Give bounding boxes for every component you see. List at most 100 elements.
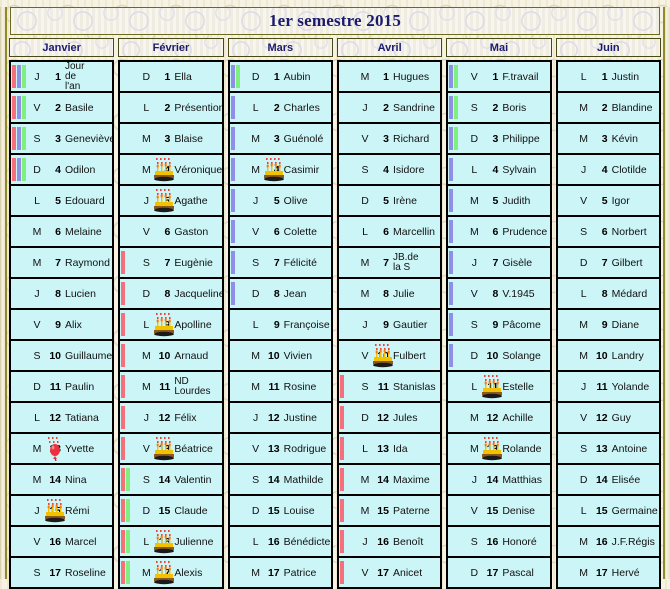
day-cell[interactable]: S 3 Geneviève [11, 124, 113, 155]
day-cell[interactable]: L 12 Tatiana [11, 403, 113, 434]
day-cell[interactable]: V 9 Alix [11, 310, 113, 341]
day-cell[interactable]: M 10 Vivien [229, 341, 331, 372]
day-cell[interactable]: L 2 Charles [229, 93, 331, 124]
day-cell[interactable]: M 10 Landry [557, 341, 659, 372]
day-cell[interactable]: J 5 Olive [229, 186, 331, 217]
day-cell[interactable]: D 3 Philippe [448, 124, 550, 155]
day-cell[interactable]: S 14 Valentin [120, 465, 222, 496]
day-cell[interactable]: D 11 Paulin [11, 372, 113, 403]
day-cell[interactable]: M 4 Véronique [120, 155, 222, 186]
day-cell[interactable]: D 1 Ella [120, 62, 222, 93]
day-cell[interactable]: V 1 F.travail [448, 62, 550, 93]
day-cell[interactable]: M 1 Hugues [338, 62, 441, 93]
day-cell[interactable]: J 7 Gisèle [448, 248, 550, 279]
day-cell[interactable]: D 17 Pascal [448, 558, 550, 589]
day-cell[interactable]: J 16 Benoît [338, 527, 441, 558]
day-cell[interactable]: D 10 Solange [448, 341, 550, 372]
month-header[interactable]: Janvier [9, 38, 115, 57]
day-cell[interactable]: L 8 Médard [557, 279, 659, 310]
day-cell[interactable]: L 1 Justin [557, 62, 659, 93]
month-header[interactable]: Juin [555, 38, 661, 57]
day-cell[interactable]: S 7 Félicité [229, 248, 331, 279]
day-cell[interactable]: M 4 Casimir [229, 155, 331, 186]
day-cell[interactable]: S 4 Isidore [338, 155, 441, 186]
day-cell[interactable]: M 7 Raymond [11, 248, 113, 279]
day-cell[interactable]: M 12 Achille [448, 403, 550, 434]
day-cell[interactable]: M 13 Yvette [11, 434, 113, 465]
day-cell[interactable]: L 13 Ida [338, 434, 441, 465]
day-cell[interactable]: L 9 Françoise [229, 310, 331, 341]
day-cell[interactable]: S 10 Guillaume [11, 341, 113, 372]
day-cell[interactable]: M 15 Paterne [338, 496, 441, 527]
day-cell[interactable]: D 14 Elisée [557, 465, 659, 496]
day-cell[interactable]: M 3 Blaise [120, 124, 222, 155]
day-cell[interactable]: M 11 ND Lourdes [120, 372, 222, 403]
day-cell[interactable]: D 8 Jacqueline [120, 279, 222, 310]
day-cell[interactable]: M 17 Hervé [557, 558, 659, 589]
day-cell[interactable]: V 5 Igor [557, 186, 659, 217]
day-cell[interactable]: S 16 Honoré [448, 527, 550, 558]
day-cell[interactable]: M 6 Prudence [448, 217, 550, 248]
day-cell[interactable]: S 14 Mathilde [229, 465, 331, 496]
month-header[interactable]: Février [118, 38, 224, 57]
day-cell[interactable]: J 11 Yolande [557, 372, 659, 403]
day-cell[interactable]: J 2 Sandrine [338, 93, 441, 124]
day-cell[interactable]: M 14 Maxime [338, 465, 441, 496]
day-cell[interactable]: J 14 Matthias [448, 465, 550, 496]
day-cell[interactable]: J 5 Agathe [120, 186, 222, 217]
day-cell[interactable]: L 16 Julienne [120, 527, 222, 558]
day-cell[interactable]: J 8 Lucien [11, 279, 113, 310]
day-cell[interactable]: S 9 Pâcome [448, 310, 550, 341]
day-cell[interactable]: V 6 Colette [229, 217, 331, 248]
day-cell[interactable]: M 9 Diane [557, 310, 659, 341]
day-cell[interactable]: M 5 Judith [448, 186, 550, 217]
day-cell[interactable]: L 6 Marcellin [338, 217, 441, 248]
day-cell[interactable]: D 8 Jean [229, 279, 331, 310]
day-cell[interactable]: V 8 V.1945 [448, 279, 550, 310]
day-cell[interactable]: S 7 Eugènie [120, 248, 222, 279]
day-cell[interactable]: J 12 Félix [120, 403, 222, 434]
day-cell[interactable]: D 5 Irène [338, 186, 441, 217]
day-cell[interactable]: V 6 Gaston [120, 217, 222, 248]
day-cell[interactable]: D 1 Aubin [229, 62, 331, 93]
day-cell[interactable]: M 16 J.F.Régis [557, 527, 659, 558]
day-cell[interactable]: M 3 Kévin [557, 124, 659, 155]
day-cell[interactable]: J 9 Gautier [338, 310, 441, 341]
day-cell[interactable]: J 15 Rémi [11, 496, 113, 527]
day-cell[interactable]: D 7 Gilbert [557, 248, 659, 279]
day-cell[interactable]: V 3 Richard [338, 124, 441, 155]
day-cell[interactable]: V 13 Rodrigue [229, 434, 331, 465]
day-cell[interactable]: V 10 Fulbert [338, 341, 441, 372]
day-cell[interactable]: M 13 Rolande [448, 434, 550, 465]
month-header[interactable]: Mars [227, 38, 333, 57]
day-cell[interactable]: S 6 Norbert [557, 217, 659, 248]
day-cell[interactable]: V 17 Anicet [338, 558, 441, 589]
day-cell[interactable]: L 2 Présention [120, 93, 222, 124]
day-cell[interactable]: S 2 Boris [448, 93, 550, 124]
day-cell[interactable]: M 17 Alexis [120, 558, 222, 589]
day-cell[interactable]: S 17 Roseline [11, 558, 113, 589]
day-cell[interactable]: V 16 Marcel [11, 527, 113, 558]
day-cell[interactable]: S 13 Antoine [557, 434, 659, 465]
day-cell[interactable]: D 4 Odilon [11, 155, 113, 186]
day-cell[interactable]: L 16 Bénédicte [229, 527, 331, 558]
day-cell[interactable]: L 15 Germaine [557, 496, 659, 527]
day-cell[interactable]: J 1 Jour de l'an [11, 62, 113, 93]
day-cell[interactable]: L 11 Estelle [448, 372, 550, 403]
month-header[interactable]: Mai [446, 38, 552, 57]
day-cell[interactable]: D 15 Louise [229, 496, 331, 527]
day-cell[interactable]: M 2 Blandine [557, 93, 659, 124]
day-cell[interactable]: M 11 Rosine [229, 372, 331, 403]
day-cell[interactable]: S 11 Stanislas [338, 372, 441, 403]
day-cell[interactable]: V 15 Denise [448, 496, 550, 527]
day-cell[interactable]: M 14 Nina [11, 465, 113, 496]
day-cell[interactable]: M 6 Melaine [11, 217, 113, 248]
day-cell[interactable]: V 12 Guy [557, 403, 659, 434]
day-cell[interactable]: M 7 JB.de la S [338, 248, 441, 279]
day-cell[interactable]: L 4 Sylvain [448, 155, 550, 186]
day-cell[interactable]: L 9 Apolline [120, 310, 222, 341]
day-cell[interactable]: M 8 Julie [338, 279, 441, 310]
day-cell[interactable]: M 10 Arnaud [120, 341, 222, 372]
month-header[interactable]: Avril [336, 38, 443, 57]
day-cell[interactable]: V 2 Basile [11, 93, 113, 124]
